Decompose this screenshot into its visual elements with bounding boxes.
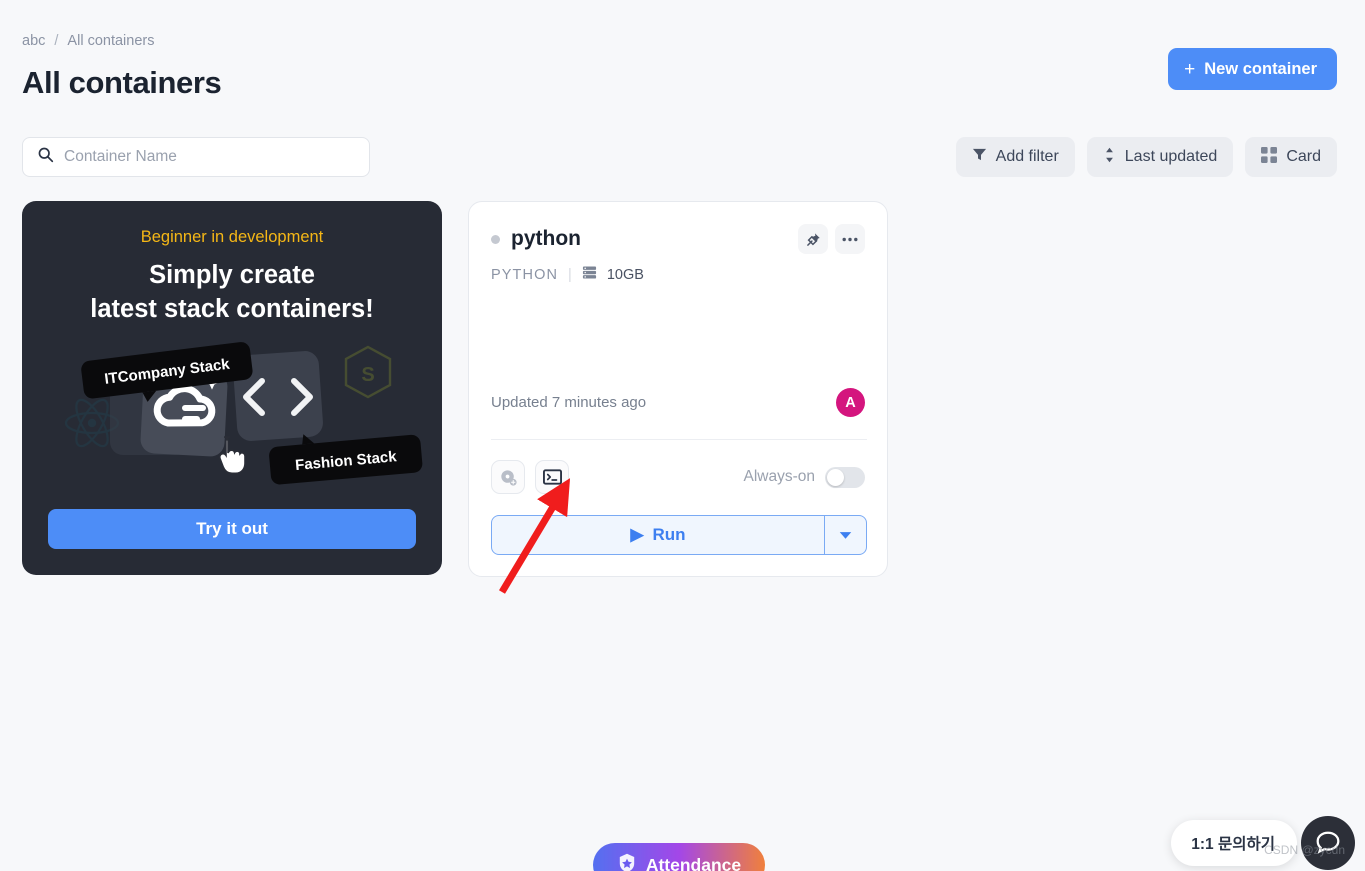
page-title: All containers (22, 65, 222, 100)
toggle-knob (827, 468, 844, 486)
container-name: python (511, 227, 581, 250)
pin-button[interactable] (798, 224, 828, 254)
sort-label: Last updated (1124, 148, 1218, 165)
try-it-out-button[interactable]: Try it out (48, 509, 416, 549)
page-root: abc / All containers All containers + Ne… (0, 0, 1365, 871)
toolbar: Add filter Last updated Card (955, 137, 1337, 177)
run-label: Run (652, 525, 686, 544)
more-options-button[interactable] (835, 224, 865, 254)
always-on-toggle[interactable] (825, 466, 865, 488)
storage-icon (582, 265, 597, 284)
container-tech: PYTHON (491, 266, 559, 283)
promo-headline-line2: latest stack containers! (90, 295, 374, 324)
run-dropdown-button[interactable] (824, 516, 866, 554)
add-volume-button[interactable] (491, 460, 525, 494)
attendance-button[interactable]: Attendance (593, 843, 765, 871)
promo-illustration: S ITCompany Stack Fashion Stack (22, 341, 442, 501)
breadcrumb-separator: / (54, 33, 59, 49)
breadcrumb: abc / All containers (22, 33, 154, 49)
search-box[interactable] (22, 137, 370, 177)
view-card-label: Card (1286, 148, 1321, 165)
always-on-control[interactable]: Always-on (743, 466, 865, 488)
container-meta: PYTHON | 10GB (469, 254, 887, 284)
search-icon (37, 146, 54, 168)
chat-inquiry-button[interactable]: 1:1 문의하기 (1171, 820, 1297, 866)
status-dot (491, 234, 500, 244)
run-button[interactable]: ▶ Run (492, 516, 824, 554)
container-card[interactable]: python PYTHON | 10GB Updated 7 minutes a… (468, 201, 888, 577)
always-on-label: Always-on (743, 468, 816, 485)
attendance-label: Attendance (645, 854, 742, 871)
new-container-label: New container (1204, 59, 1317, 78)
promo-kicker: Beginner in development (140, 228, 324, 246)
play-icon: ▶ (630, 525, 644, 544)
container-updated-row: Updated 7 minutes ago A (469, 388, 887, 417)
updated-text: Updated 7 minutes ago (491, 394, 647, 411)
card-divider (491, 439, 867, 440)
avatar[interactable]: A (836, 388, 865, 417)
run-button-group: ▶ Run (491, 515, 867, 555)
sort-updown-icon (1103, 147, 1116, 168)
add-filter-button[interactable]: Add filter (955, 137, 1075, 177)
grid-icon (1261, 146, 1278, 168)
view-card-button[interactable]: Card (1245, 137, 1337, 177)
plus-icon: + (1184, 58, 1196, 80)
new-container-button[interactable]: + New container (1168, 48, 1337, 90)
star-badge-icon (617, 853, 637, 871)
sort-button[interactable]: Last updated (1086, 137, 1234, 177)
breadcrumb-root[interactable]: abc (22, 33, 45, 49)
container-action-row: Always-on (469, 460, 887, 494)
container-card-header: python (469, 202, 887, 254)
chat-fab-button[interactable] (1301, 816, 1355, 870)
add-filter-label: Add filter (995, 148, 1059, 165)
search-input[interactable] (64, 148, 355, 166)
container-size: 10GB (606, 266, 644, 283)
chat-inquiry-label: 1:1 문의하기 (1191, 836, 1275, 853)
meta-divider: | (568, 266, 572, 283)
filter-icon (972, 147, 987, 167)
promo-headline-line1: Simply create (149, 261, 315, 289)
svg-text:S: S (361, 364, 374, 386)
terminal-button[interactable] (535, 460, 569, 494)
promo-card[interactable]: Beginner in development Simply create la… (22, 201, 442, 575)
breadcrumb-current[interactable]: All containers (67, 33, 154, 49)
